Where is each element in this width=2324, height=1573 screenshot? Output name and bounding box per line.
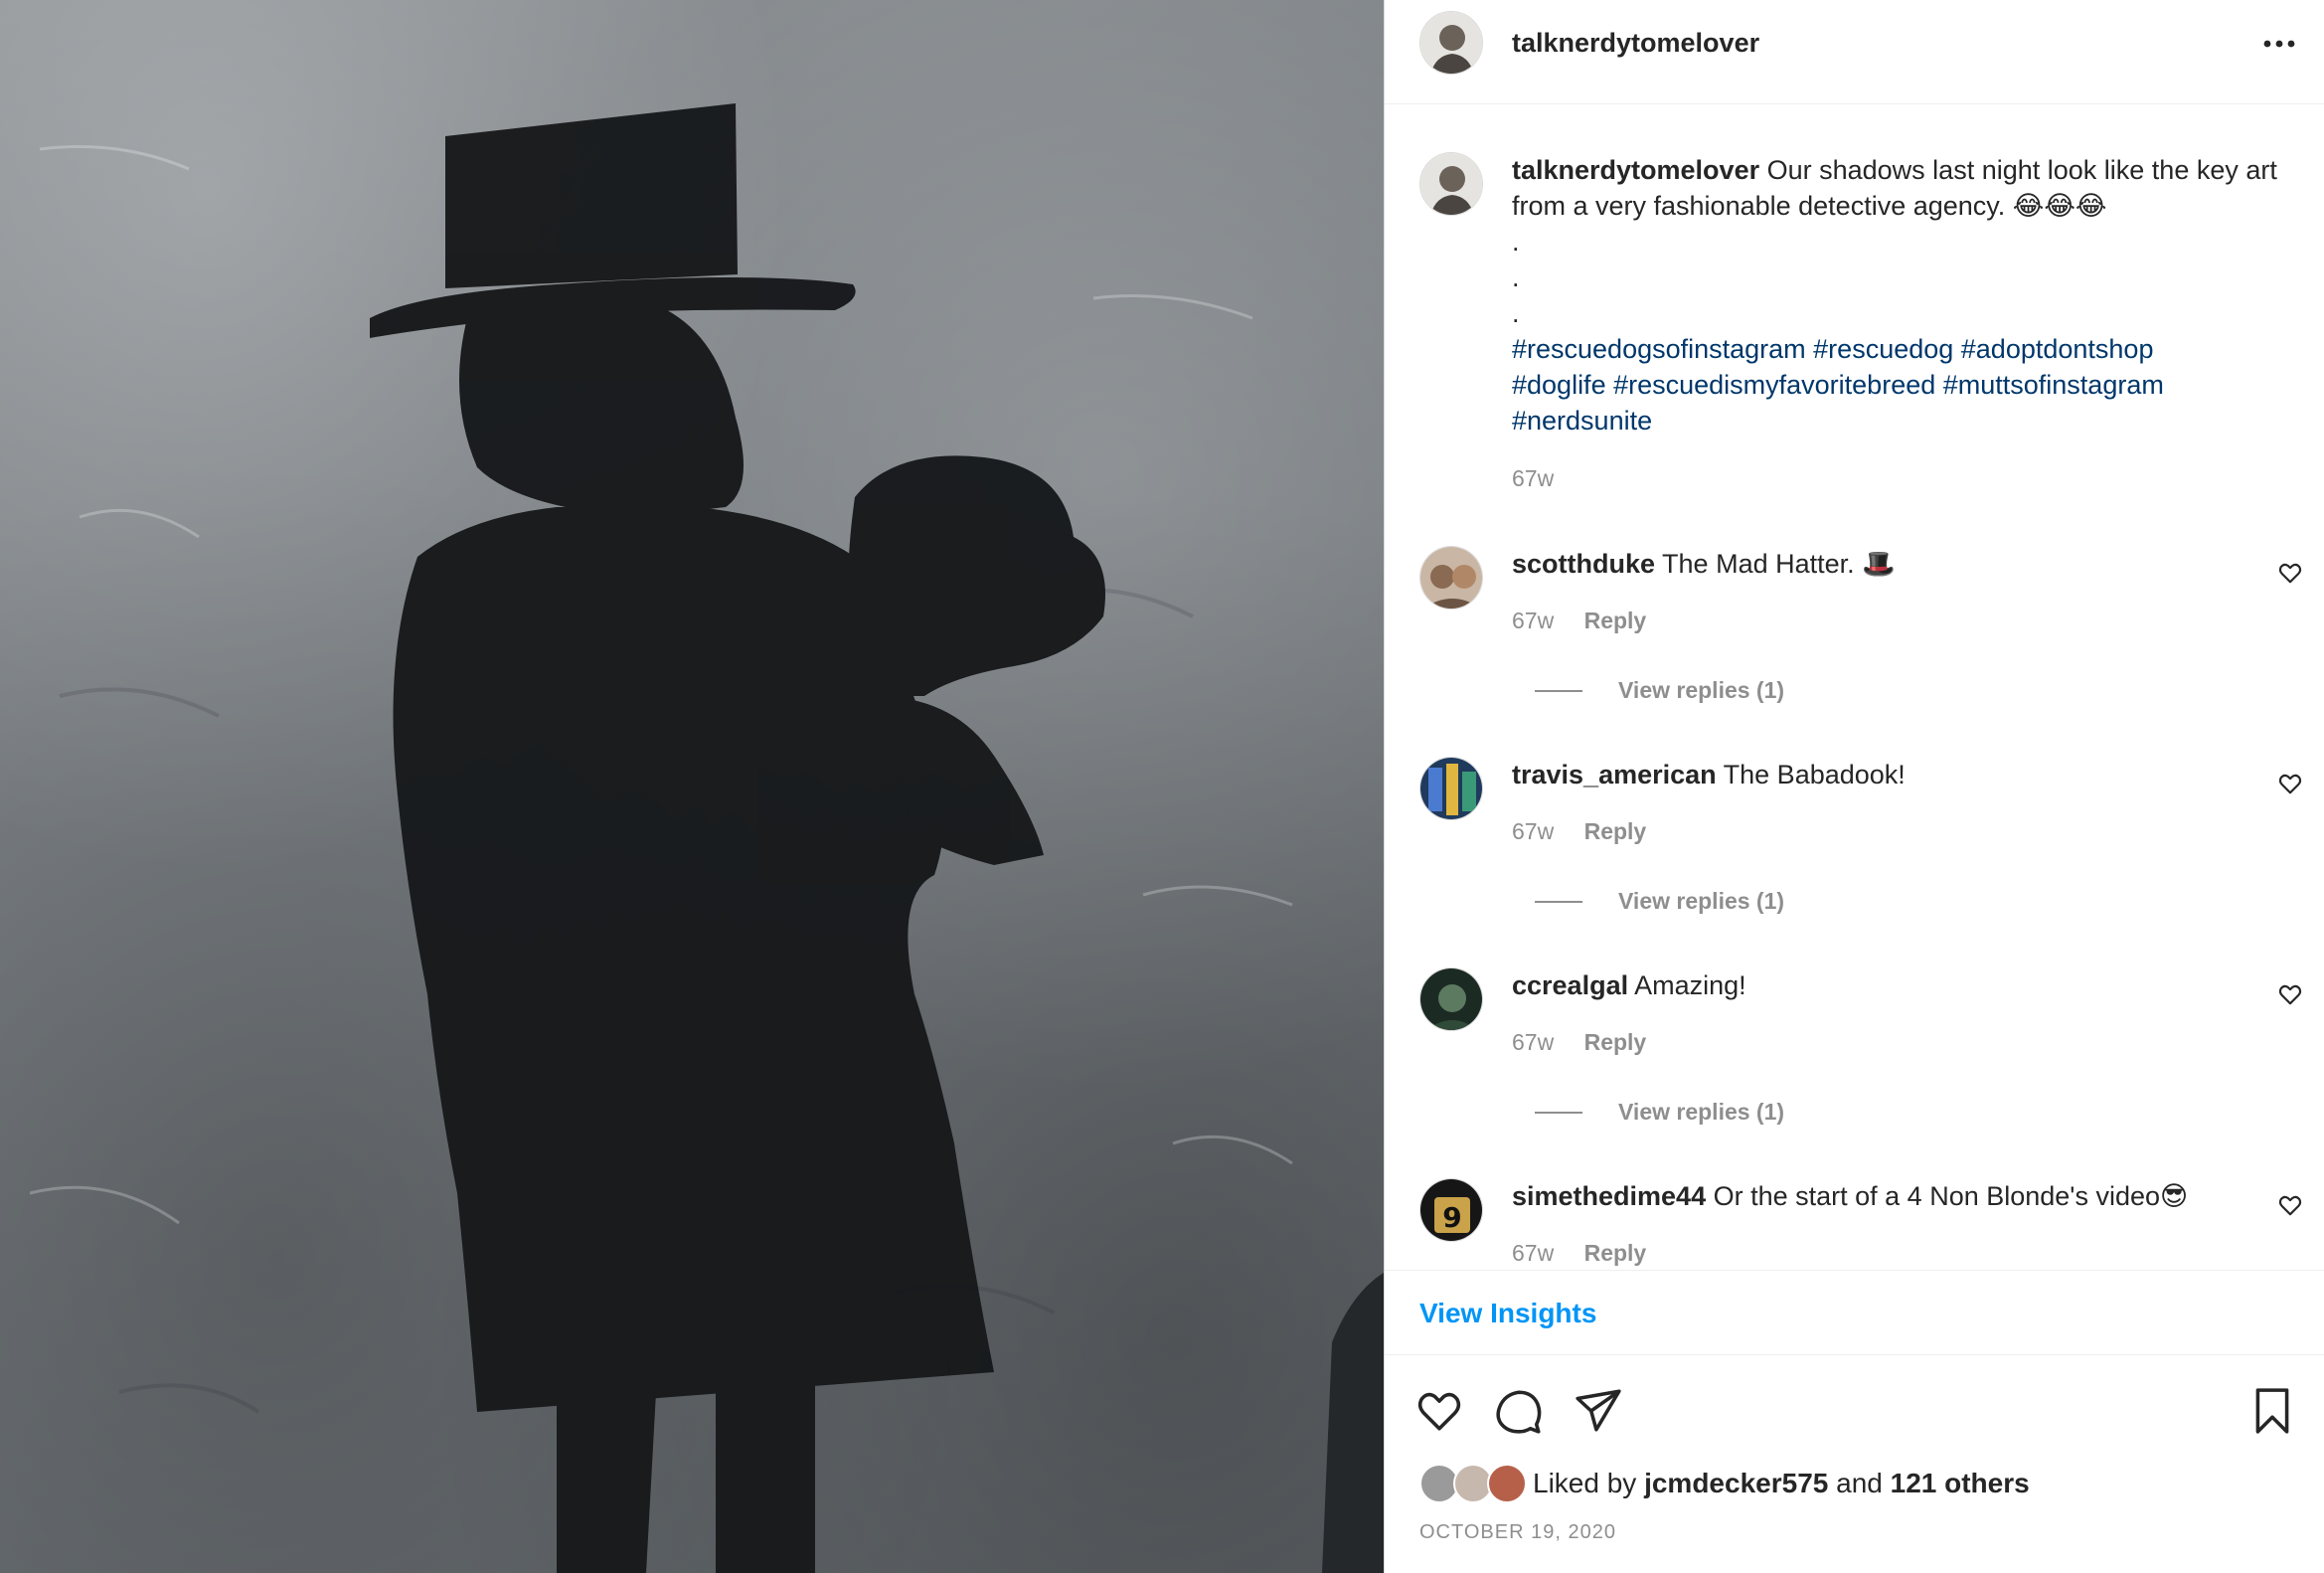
reply-button[interactable]: Reply [1584, 1029, 1647, 1055]
comment-text: travis_american The Babadook! [1512, 757, 2228, 792]
liker-avatars[interactable] [1419, 1464, 1529, 1503]
bookmark-icon[interactable] [2247, 1386, 2297, 1436]
comment-item: ccrealgal Amazing! 67w Reply View replie… [1385, 967, 2324, 1178]
likes-summary: Liked by jcmdecker575 and 121 others [1419, 1462, 2030, 1505]
comment-body: The Mad Hatter. 🎩 [1662, 549, 1896, 579]
comment-username[interactable]: travis_american [1512, 760, 1717, 789]
caption-username[interactable]: talknerdytomelover [1512, 155, 1759, 185]
liker-avatar [1487, 1464, 1527, 1503]
comment-like-heart-icon[interactable] [2277, 771, 2303, 796]
heart-icon[interactable] [1414, 1386, 1464, 1436]
reply-button[interactable]: Reply [1584, 608, 1647, 633]
comment-timestamp[interactable]: 67w [1512, 818, 1554, 844]
comment-timestamp[interactable]: 67w [1512, 1029, 1554, 1055]
post-action-bar [1385, 1356, 2324, 1456]
comment-like-heart-icon[interactable] [2277, 981, 2303, 1007]
post-side-panel: talknerdytomelover talknerdytomelover Ou… [1384, 0, 2324, 1573]
divider-line [1535, 900, 1582, 903]
comment-meta: 67w Reply [1512, 608, 1646, 634]
comment-meta: 67w Reply [1512, 818, 1646, 845]
comment-text: simethedime44 Or the start of a 4 Non Bl… [1512, 1178, 2228, 1214]
reply-button[interactable]: Reply [1584, 818, 1647, 844]
comment-timestamp[interactable]: 67w [1512, 1240, 1554, 1266]
comment-meta: 67w Reply [1512, 1029, 1646, 1056]
post-photo[interactable] [0, 0, 1384, 1573]
commenter-avatar[interactable]: 9 [1419, 1178, 1483, 1242]
comment-icon[interactable] [1494, 1386, 1544, 1436]
comment-meta: 67w Reply [1512, 1240, 1646, 1267]
caption-hashtags[interactable]: #rescuedogsofinstagram #rescuedog #adopt… [1512, 331, 2297, 367]
comments-list[interactable]: talknerdytomelover Our shadows last nigh… [1385, 105, 2324, 1269]
view-replies-label: View replies (1) [1618, 677, 1785, 703]
caption-dot: . [1512, 227, 1520, 257]
svg-text:9: 9 [1442, 1201, 1461, 1234]
liked-by-user-link[interactable]: jcmdecker575 [1644, 1468, 1828, 1499]
view-replies-label: View replies (1) [1618, 888, 1785, 914]
view-insights-link[interactable]: View Insights [1419, 1298, 1596, 1329]
commenter-avatar[interactable] [1419, 967, 1483, 1031]
view-replies-button[interactable]: View replies (1) [1535, 677, 1784, 704]
comment-username[interactable]: ccrealgal [1512, 970, 1628, 1000]
caption-hashtags[interactable]: #nerdsunite [1512, 403, 2297, 438]
caption-hashtags[interactable]: #doglife #rescuedismyfavoritebreed #mutt… [1512, 367, 2297, 403]
view-replies-button[interactable]: View replies (1) [1535, 888, 1784, 915]
liked-by-prefix: Liked by [1533, 1468, 1637, 1498]
liked-by-others-link[interactable]: 121 others [1891, 1468, 2030, 1499]
author-avatar[interactable] [1419, 11, 1483, 75]
caption-author-avatar[interactable] [1419, 152, 1483, 216]
caption-dot: . [1512, 262, 1520, 292]
comment-like-heart-icon[interactable] [2277, 1192, 2303, 1218]
comment-item: 9 simethedime44 Or the start of a 4 Non … [1385, 1178, 2324, 1269]
commenter-avatar[interactable] [1419, 546, 1483, 610]
reply-button[interactable]: Reply [1584, 1240, 1647, 1266]
send-icon[interactable] [1574, 1386, 1623, 1436]
commenter-avatar[interactable] [1419, 757, 1483, 820]
caption-dot: . [1512, 298, 1520, 328]
comment-item: scotthduke The Mad Hatter. 🎩 67w Reply V… [1385, 546, 2324, 757]
comment-like-heart-icon[interactable] [2277, 560, 2303, 586]
divider-line [1535, 1111, 1582, 1114]
view-replies-button[interactable]: View replies (1) [1535, 1099, 1784, 1126]
comment-body: The Babadook! [1723, 760, 1906, 789]
caption-timestamp[interactable]: 67w [1512, 465, 1554, 492]
view-replies-label: View replies (1) [1618, 1099, 1785, 1125]
comment-text: scotthduke The Mad Hatter. 🎩 [1512, 546, 2228, 582]
liked-by-and: and [1836, 1468, 1883, 1498]
shadow-silhouette-image [29, 103, 1384, 1573]
more-horizontal-icon[interactable] [2259, 32, 2299, 56]
comment-timestamp[interactable]: 67w [1512, 608, 1554, 633]
post-header: talknerdytomelover [1385, 0, 2324, 104]
post-date[interactable]: OCTOBER 19, 2020 [1419, 1521, 1616, 1544]
comment-item: travis_american The Babadook! 67w Reply … [1385, 757, 2324, 967]
comment-body: Amazing! [1634, 970, 1746, 1000]
divider-line [1535, 689, 1582, 692]
instagram-post-view: talknerdytomelover talknerdytomelover Ou… [0, 0, 2324, 1573]
post-caption: talknerdytomelover Our shadows last nigh… [1512, 152, 2297, 438]
insights-bar: View Insights [1385, 1270, 2324, 1355]
comment-text: ccrealgal Amazing! [1512, 967, 2228, 1003]
comment-body: Or the start of a 4 Non Blonde's video😎 [1713, 1181, 2189, 1211]
comment-username[interactable]: scotthduke [1512, 549, 1655, 579]
author-username[interactable]: talknerdytomelover [1512, 28, 1759, 59]
comment-username[interactable]: simethedime44 [1512, 1181, 1706, 1211]
